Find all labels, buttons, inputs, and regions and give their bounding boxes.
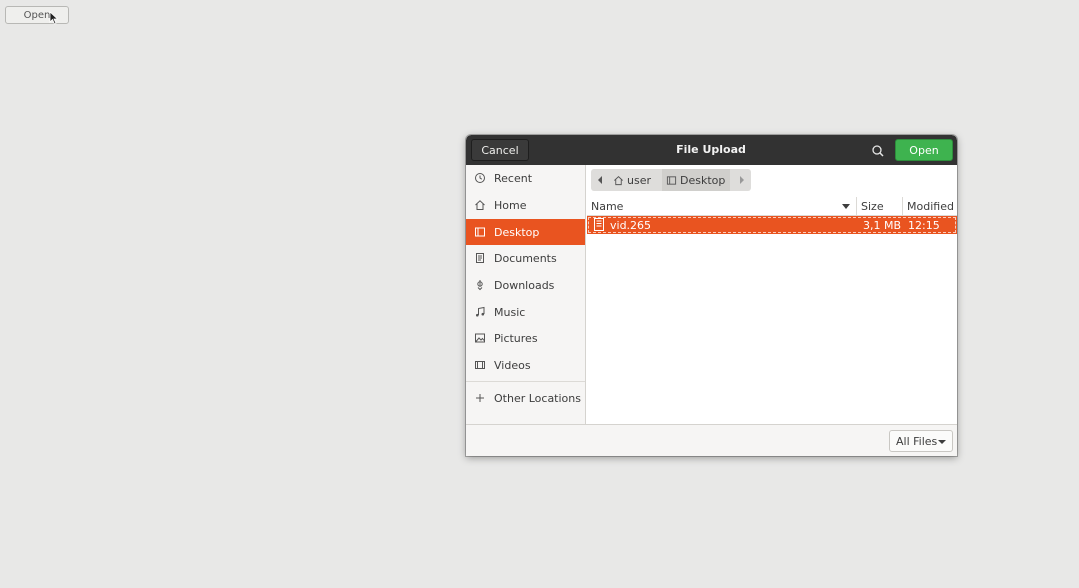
sidebar-item-label: Recent [494,171,533,185]
sidebar-item-label: Videos [494,358,531,372]
sidebar-item-label: Home [494,198,527,212]
path-crumb-label: user [627,173,651,187]
chevron-down-icon [938,440,946,444]
file-modified: 12:15 [908,219,940,232]
desktop-icon [466,219,494,245]
sidebar-item-desktop[interactable]: Desktop [466,219,585,245]
home-icon [466,192,494,218]
download-icon [466,272,494,298]
sidebar-separator [466,381,585,382]
sort-down-icon [842,204,850,209]
sidebar-item-label: Other Locations [494,391,581,405]
file-upload-dialog: Cancel File Upload Open Recent Home Desk… [466,135,957,456]
sidebar-item-label: Downloads [494,278,555,292]
dialog-headerbar: Cancel File Upload Open [466,135,957,165]
column-header-label: Name [591,199,624,213]
file-filter-value: All Files [896,434,938,448]
open-button[interactable]: Open [895,139,953,161]
sidebar-item-pictures[interactable]: Pictures [466,325,585,351]
sidebar-item-other-locations[interactable]: Other Locations [466,385,585,411]
sidebar-item-documents[interactable]: Documents [466,245,585,271]
dialog-title: File Upload [676,143,746,156]
sidebar-item-videos[interactable]: Videos [466,352,585,378]
column-header-label: Modified [907,199,954,213]
file-size: 3,1 MB [863,219,902,232]
path-crumb-desktop[interactable]: Desktop [662,169,731,191]
path-forward-arrow-icon[interactable] [735,169,749,191]
sidebar-item-label: Pictures [494,331,538,345]
file-list: Name Size Modified vid.265 3,1 MB 12:15 [587,197,957,424]
path-back-arrow-icon[interactable] [593,169,607,191]
sidebar-item-home[interactable]: Home [466,192,585,218]
mouse-cursor-icon [49,11,59,25]
page-open-button[interactable]: Open [5,6,69,24]
document-icon [466,245,494,271]
plus-icon [466,385,494,411]
sidebar-item-label: Documents [494,251,557,265]
sidebar-item-music[interactable]: Music [466,299,585,325]
path-bar: user Desktop [591,169,751,191]
column-header-size[interactable]: Size [857,197,903,216]
file-filter-select[interactable]: All Files [889,430,953,452]
video-icon [466,352,494,378]
file-icon [594,218,604,231]
sidebar-item-label: Desktop [494,225,540,239]
sidebar-item-recent[interactable]: Recent [466,165,585,191]
sidebar-item-label: Music [494,305,526,319]
table-row[interactable]: vid.265 3,1 MB 12:15 [587,216,957,234]
sidebar-item-downloads[interactable]: Downloads [466,272,585,298]
path-crumb-label: Desktop [680,173,726,187]
cancel-button[interactable]: Cancel [471,139,529,161]
file-name: vid.265 [610,219,652,232]
music-icon [466,299,494,325]
path-crumb-user[interactable]: user [613,169,651,191]
column-header-modified[interactable]: Modified [903,197,957,216]
column-header-label: Size [861,199,884,213]
home-icon [614,175,623,185]
places-sidebar: Recent Home Desktop Documents Downloads [466,165,586,424]
column-header-name[interactable]: Name [587,197,857,216]
clock-icon [466,165,494,191]
picture-icon [466,325,494,351]
desktop-icon [666,175,677,185]
search-icon[interactable] [869,142,887,160]
dialog-footer: All Files [466,424,957,456]
